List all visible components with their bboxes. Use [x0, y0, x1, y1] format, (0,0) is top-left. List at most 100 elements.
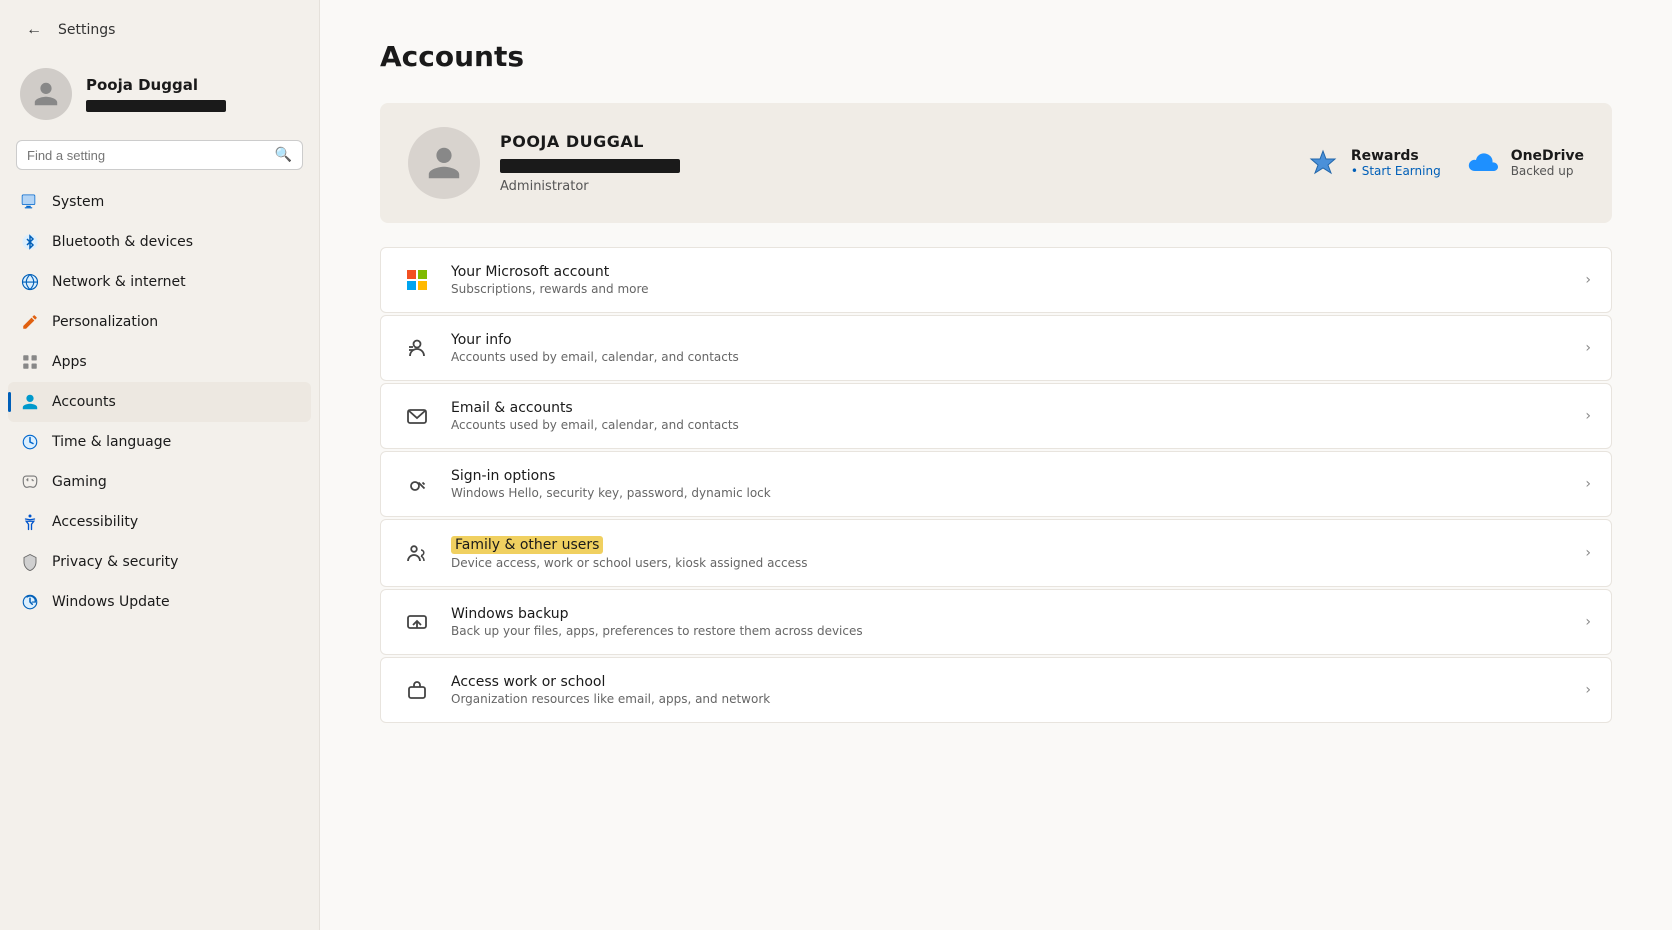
profile-username: POOJA DUGGAL — [500, 132, 1285, 151]
sidebar-header: ← Settings — [0, 0, 319, 52]
sidebar-item-system[interactable]: System — [8, 182, 311, 222]
sidebar-item-label-update: Windows Update — [52, 594, 170, 610]
user-name: Pooja Duggal — [86, 76, 226, 94]
chevron-icon-signin-options: › — [1585, 476, 1591, 492]
main-content: Accounts POOJA DUGGAL Administrator Rewa… — [320, 0, 1672, 930]
settings-item-desc-windows-backup: Back up your files, apps, preferences to… — [451, 624, 1567, 638]
system-icon — [20, 192, 40, 212]
family-users-icon — [401, 537, 433, 569]
settings-item-your-info[interactable]: Your info Accounts used by email, calend… — [380, 315, 1612, 381]
signin-options-icon — [401, 468, 433, 500]
sidebar-item-privacy[interactable]: Privacy & security — [8, 542, 311, 582]
settings-item-text-access-work: Access work or school Organization resou… — [451, 674, 1567, 706]
search-bar[interactable]: 🔍 — [16, 140, 303, 170]
rewards-text: Rewards • Start Earning — [1351, 148, 1441, 178]
page-title: Accounts — [380, 40, 1612, 73]
sidebar-item-label-gaming: Gaming — [52, 474, 107, 490]
update-icon — [20, 592, 40, 612]
settings-item-microsoft-account[interactable]: Your Microsoft account Subscriptions, re… — [380, 247, 1612, 313]
onedrive-text: OneDrive Backed up — [1511, 148, 1584, 178]
profile-info: POOJA DUGGAL Administrator — [500, 132, 1285, 194]
search-input[interactable] — [27, 148, 267, 163]
sidebar-item-label-system: System — [52, 194, 104, 210]
settings-item-windows-backup[interactable]: Windows backup Back up your files, apps,… — [380, 589, 1612, 655]
rewards-icon — [1305, 145, 1341, 181]
window-title: Settings — [58, 22, 115, 38]
settings-item-title-signin-options: Sign-in options — [451, 468, 1567, 484]
back-icon: ← — [26, 21, 42, 39]
sidebar: ← Settings Pooja Duggal 🔍 System — [0, 0, 320, 930]
settings-item-desc-email-accounts: Accounts used by email, calendar, and co… — [451, 418, 1567, 432]
settings-item-text-your-info: Your info Accounts used by email, calend… — [451, 332, 1567, 364]
settings-item-desc-microsoft-account: Subscriptions, rewards and more — [451, 282, 1567, 296]
sidebar-item-accounts[interactable]: Accounts — [8, 382, 311, 422]
email-accounts-icon — [401, 400, 433, 432]
sidebar-item-gaming[interactable]: Gaming — [8, 462, 311, 502]
chevron-icon-your-info: › — [1585, 340, 1591, 356]
profile-card: POOJA DUGGAL Administrator Rewards • Sta… — [380, 103, 1612, 223]
settings-item-text-family-users: Family & other users Device access, work… — [451, 536, 1567, 570]
chevron-icon-microsoft-account: › — [1585, 272, 1591, 288]
onedrive-label: OneDrive — [1511, 148, 1584, 164]
user-bar-decoration — [86, 100, 226, 112]
settings-item-desc-signin-options: Windows Hello, security key, password, d… — [451, 486, 1567, 500]
settings-item-text-microsoft-account: Your Microsoft account Subscriptions, re… — [451, 264, 1567, 296]
settings-item-desc-access-work: Organization resources like email, apps,… — [451, 692, 1567, 706]
settings-item-access-work[interactable]: Access work or school Organization resou… — [380, 657, 1612, 723]
sidebar-item-update[interactable]: Windows Update — [8, 582, 311, 622]
settings-item-text-email-accounts: Email & accounts Accounts used by email,… — [451, 400, 1567, 432]
sidebar-item-personalization[interactable]: Personalization — [8, 302, 311, 342]
sidebar-item-time[interactable]: Time & language — [8, 422, 311, 462]
network-icon — [20, 272, 40, 292]
apps-icon — [20, 352, 40, 372]
profile-role: Administrator — [500, 179, 1285, 194]
sidebar-item-label-privacy: Privacy & security — [52, 554, 178, 570]
back-button[interactable]: ← — [20, 16, 48, 44]
nav-list: System Bluetooth & devices Network & int… — [0, 182, 319, 622]
chevron-icon-email-accounts: › — [1585, 408, 1591, 424]
settings-item-text-windows-backup: Windows backup Back up your files, apps,… — [451, 606, 1567, 638]
privacy-icon — [20, 552, 40, 572]
settings-item-text-signin-options: Sign-in options Windows Hello, security … — [451, 468, 1567, 500]
bluetooth-icon — [20, 232, 40, 252]
sidebar-item-label-apps: Apps — [52, 354, 87, 370]
personalization-icon — [20, 312, 40, 332]
sidebar-item-bluetooth[interactable]: Bluetooth & devices — [8, 222, 311, 262]
onedrive-item[interactable]: OneDrive Backed up — [1465, 145, 1584, 181]
gaming-icon — [20, 472, 40, 492]
profile-avatar — [408, 127, 480, 199]
settings-item-desc-your-info: Accounts used by email, calendar, and co… — [451, 350, 1567, 364]
settings-item-desc-family-users: Device access, work or school users, kio… — [451, 556, 1567, 570]
chevron-icon-family-users: › — [1585, 545, 1591, 561]
windows-backup-icon — [401, 606, 433, 638]
chevron-icon-access-work: › — [1585, 682, 1591, 698]
onedrive-sub: Backed up — [1511, 164, 1584, 178]
accessibility-icon — [20, 512, 40, 532]
settings-item-family-users[interactable]: Family & other users Device access, work… — [380, 519, 1612, 587]
user-info: Pooja Duggal — [86, 76, 226, 112]
settings-item-title-email-accounts: Email & accounts — [451, 400, 1567, 416]
profile-actions: Rewards • Start Earning OneDrive Backed … — [1305, 145, 1584, 181]
sidebar-item-label-accessibility: Accessibility — [52, 514, 138, 530]
settings-list: Your Microsoft account Subscriptions, re… — [380, 247, 1612, 723]
sidebar-item-label-time: Time & language — [52, 434, 171, 450]
sidebar-item-apps[interactable]: Apps — [8, 342, 311, 382]
rewards-sub: • Start Earning — [1351, 164, 1441, 178]
onedrive-icon — [1465, 145, 1501, 181]
rewards-label: Rewards — [1351, 148, 1441, 164]
microsoft-account-icon — [401, 264, 433, 296]
sidebar-item-network[interactable]: Network & internet — [8, 262, 311, 302]
settings-item-title-access-work: Access work or school — [451, 674, 1567, 690]
settings-item-signin-options[interactable]: Sign-in options Windows Hello, security … — [380, 451, 1612, 517]
settings-item-title-microsoft-account: Your Microsoft account — [451, 264, 1567, 280]
search-icon: 🔍 — [275, 147, 292, 163]
rewards-item[interactable]: Rewards • Start Earning — [1305, 145, 1441, 181]
user-avatar-icon — [32, 80, 60, 108]
sidebar-item-accessibility[interactable]: Accessibility — [8, 502, 311, 542]
user-profile: Pooja Duggal — [0, 52, 319, 140]
accounts-icon — [20, 392, 40, 412]
sidebar-item-label-accounts: Accounts — [52, 394, 116, 410]
sidebar-item-label-personalization: Personalization — [52, 314, 158, 330]
settings-item-email-accounts[interactable]: Email & accounts Accounts used by email,… — [380, 383, 1612, 449]
time-icon — [20, 432, 40, 452]
